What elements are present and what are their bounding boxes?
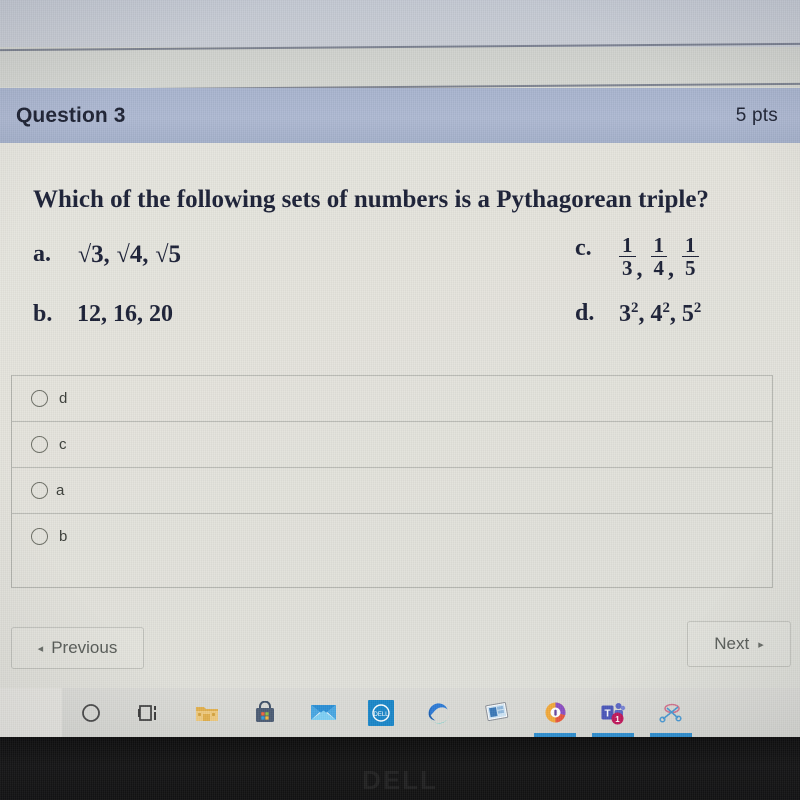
laptop-bezel: DELL <box>0 737 800 800</box>
fraction-one-fifth: 1 5 <box>682 234 699 279</box>
answer-option-label: d <box>59 390 68 407</box>
fraction-denominator: 3 <box>619 256 636 279</box>
windows-taskbar: DELL T 1 <box>0 688 800 737</box>
previous-button[interactable]: ◂ Previous <box>11 627 144 669</box>
file-explorer-icon[interactable] <box>178 688 236 737</box>
browser-chrome-strip-lower <box>0 47 800 87</box>
power-term: 32 <box>619 300 639 327</box>
fraction-denominator: 4 <box>650 256 667 279</box>
envelope-icon <box>310 705 336 720</box>
fraction-numerator: 1 <box>685 233 696 257</box>
answer-options-list: d c a b <box>11 375 773 588</box>
answer-option-c[interactable]: c <box>12 421 772 467</box>
microsoft-edge-icon[interactable] <box>410 688 468 737</box>
taskview-icon <box>138 704 156 721</box>
choice-d-value: 32, 42, 52 <box>619 300 702 327</box>
power-base: 4 <box>650 301 663 327</box>
remote-desktop-icon[interactable] <box>468 688 526 737</box>
dell-brand-logo: DELL <box>362 765 438 795</box>
fraction-numerator: 1 <box>653 233 665 257</box>
answer-option-d[interactable]: d <box>12 375 772 421</box>
next-button[interactable]: Next ▸ <box>687 621 791 667</box>
choice-d-letter: d. <box>575 300 595 326</box>
shield-lock-icon <box>545 702 565 723</box>
circle-icon <box>82 703 100 722</box>
question-header-bar: Question 3 5 pts <box>0 88 800 143</box>
choice-a: a. √3, √4, √5 <box>33 241 181 269</box>
screen-area: Question 3 5 pts Which of the following … <box>0 0 800 737</box>
power-base: 5 <box>681 301 694 327</box>
radio-button-icon[interactable] <box>31 528 48 545</box>
svg-text:T: T <box>604 708 610 719</box>
choice-b: b. 12, 16, 20 <box>33 301 173 328</box>
comma-separator: , <box>636 256 643 283</box>
answer-option-label: a <box>56 482 65 499</box>
radio-button-icon[interactable] <box>31 436 48 453</box>
sqrt-icon: √4 <box>116 241 143 268</box>
power-term: 52 <box>681 300 702 327</box>
answer-option-b[interactable]: b <box>12 513 772 559</box>
security-shield-icon[interactable] <box>526 688 584 737</box>
snip-and-sketch-icon[interactable] <box>642 688 700 737</box>
dell-icon[interactable]: DELL <box>352 688 410 737</box>
choice-b-value: 12, 16, 20 <box>77 301 173 327</box>
answer-option-a[interactable]: a <box>12 467 772 513</box>
comma-separator: , <box>668 256 674 283</box>
question-points: 5 pts <box>735 104 778 126</box>
choice-a-letter: a. <box>33 241 51 267</box>
choice-c-letter: c. <box>575 235 592 261</box>
choice-a-value: √3, √4, √5 <box>78 241 182 268</box>
folder-icon <box>196 706 218 721</box>
answer-option-label: c <box>59 436 67 453</box>
radio-button-icon[interactable] <box>31 482 48 499</box>
fraction-one-third: 1 3 <box>619 234 636 279</box>
edge-icon <box>428 702 449 724</box>
radio-button-icon[interactable] <box>31 390 48 407</box>
window-icon <box>485 701 509 721</box>
choice-c: c. 1 3 , 1 4 , 1 5 <box>575 233 699 283</box>
fraction-denominator: 5 <box>682 256 699 279</box>
browser-chrome-strip-upper <box>0 0 800 47</box>
power-term: 42 <box>650 300 670 327</box>
choice-b-letter: b. <box>33 301 53 327</box>
choice-c-value: 1 3 , 1 4 , 1 5 <box>619 233 699 283</box>
answer-option-label: b <box>59 528 68 545</box>
taskbar-start-area[interactable] <box>0 688 62 737</box>
laptop-screen-photo: Question 3 5 pts Which of the following … <box>0 0 800 800</box>
mail-icon[interactable] <box>294 688 352 737</box>
scissors-icon <box>659 703 682 723</box>
power-exponent: 2 <box>662 300 670 316</box>
fraction-numerator: 1 <box>622 233 633 257</box>
teams-icon: T 1 <box>601 702 626 724</box>
task-view-icon[interactable] <box>120 688 178 737</box>
power-base: 3 <box>619 301 631 327</box>
microsoft-teams-icon[interactable]: T 1 <box>584 688 642 737</box>
svg-text:DELL: DELL <box>373 712 389 718</box>
teams-badge-count: 1 <box>615 715 620 724</box>
sqrt-icon: √5 <box>155 241 182 268</box>
question-stem: Which of the following sets of numbers i… <box>33 186 709 213</box>
dell-logo-icon: DELL <box>368 699 394 726</box>
question-body: Which of the following sets of numbers i… <box>0 143 800 688</box>
next-button-label: Next <box>714 634 750 653</box>
choice-d: d. 32, 42, 52 <box>575 300 701 328</box>
microsoft-store-icon[interactable] <box>236 688 294 737</box>
chevron-right-icon: ▸ <box>758 638 764 651</box>
fraction-one-fourth: 1 4 <box>650 233 667 279</box>
cortana-search-icon[interactable] <box>62 688 120 737</box>
chevron-left-icon: ◂ <box>37 642 44 655</box>
previous-button-label: Previous <box>51 638 118 657</box>
store-bag-icon <box>256 700 274 722</box>
power-exponent: 2 <box>631 300 639 316</box>
sqrt-icon: √3 <box>78 241 104 268</box>
power-exponent: 2 <box>693 300 702 316</box>
question-title: Question 3 <box>16 103 126 127</box>
